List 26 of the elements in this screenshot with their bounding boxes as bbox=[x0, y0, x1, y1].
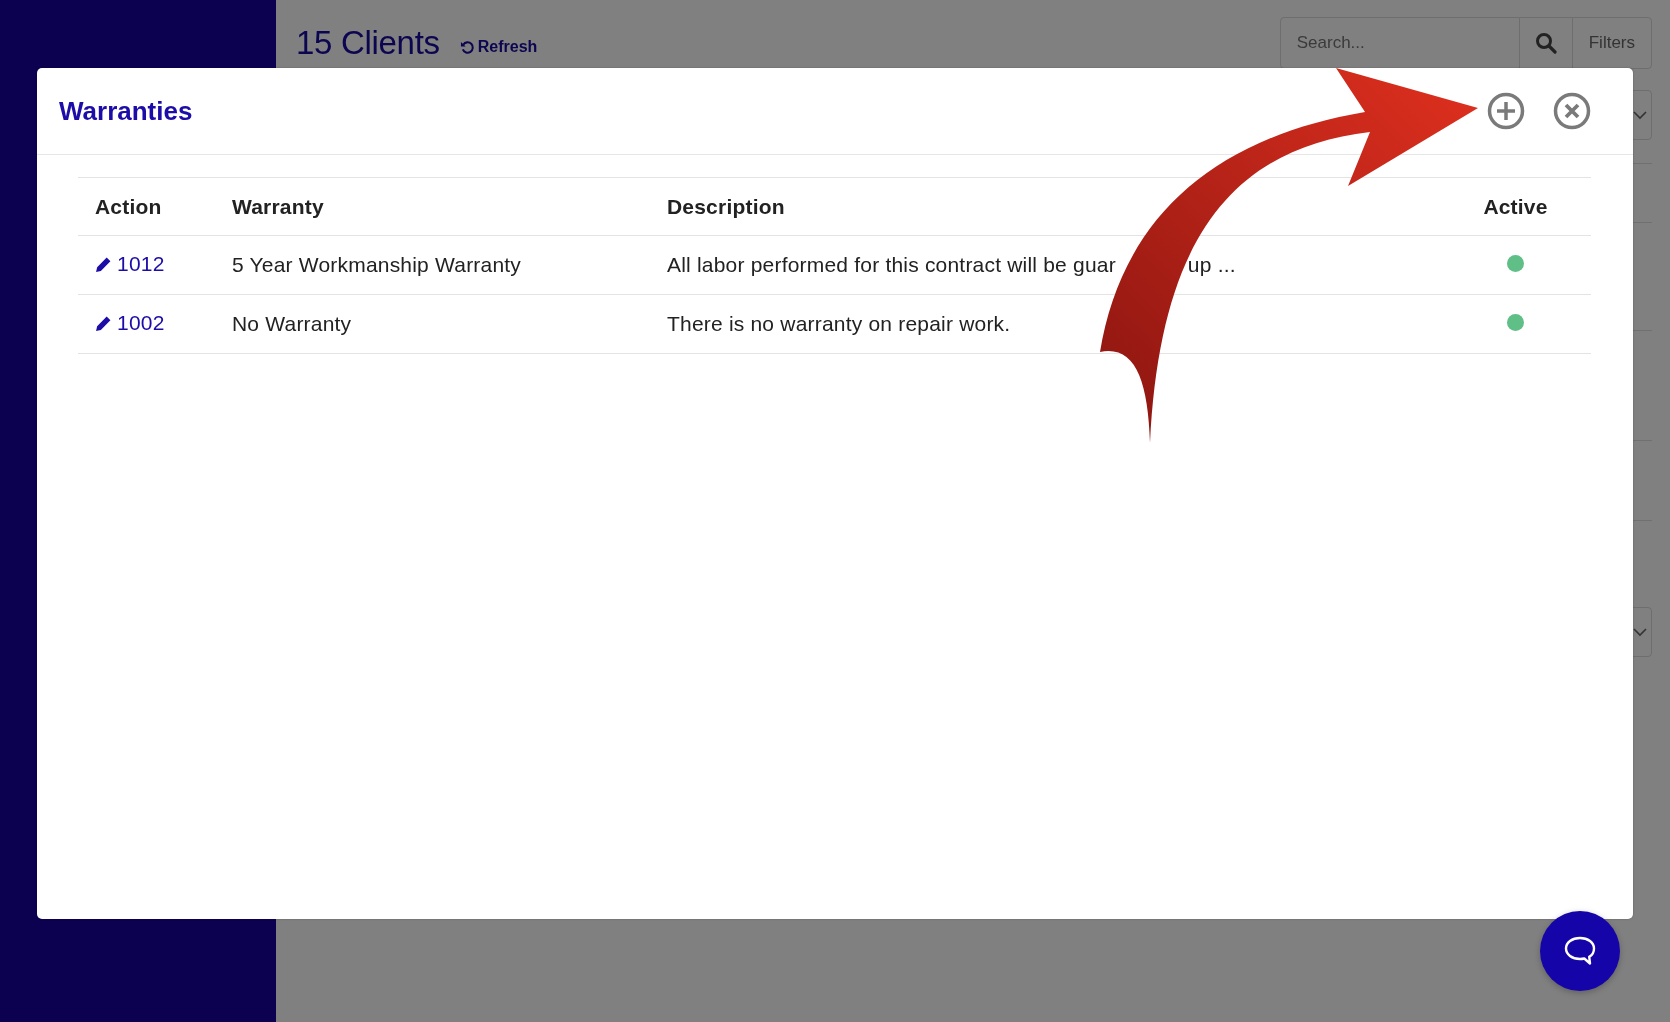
table-cell: There is no warranty on repair work. bbox=[667, 312, 1011, 335]
table-cell: 5 Year Workmanship Warranty bbox=[215, 235, 650, 295]
dialog-title: Warranties bbox=[59, 95, 194, 127]
chevron-icon bbox=[1633, 627, 1647, 637]
search-field[interactable]: Search... bbox=[1279, 17, 1520, 69]
table-cell: All labor performed for this contract will be guar bbox=[667, 253, 1116, 276]
chat-button[interactable] bbox=[1540, 911, 1620, 991]
add-button[interactable] bbox=[1487, 92, 1525, 130]
edit-link[interactable]: 1012 bbox=[95, 252, 165, 277]
search-icon bbox=[1534, 32, 1557, 54]
column-header: Warranty bbox=[215, 177, 650, 236]
table-cell: up ... bbox=[1187, 253, 1236, 276]
page-title: 15 Clients bbox=[296, 24, 440, 62]
refresh-button[interactable]: Refresh bbox=[459, 38, 538, 56]
chevron-icon bbox=[1633, 110, 1647, 120]
pencil-icon bbox=[95, 314, 112, 332]
table-cell: No Warranty bbox=[215, 294, 650, 354]
column-header: Action bbox=[78, 177, 215, 236]
edit-link[interactable]: 1002 bbox=[95, 311, 165, 336]
pencil-icon bbox=[95, 255, 112, 273]
add-icon bbox=[1487, 92, 1525, 130]
chat-bubble-icon bbox=[1563, 935, 1597, 967]
close-button[interactable] bbox=[1553, 92, 1591, 130]
column-header: Active bbox=[1440, 177, 1591, 236]
refresh-icon bbox=[459, 39, 475, 55]
close-icon bbox=[1553, 92, 1591, 130]
